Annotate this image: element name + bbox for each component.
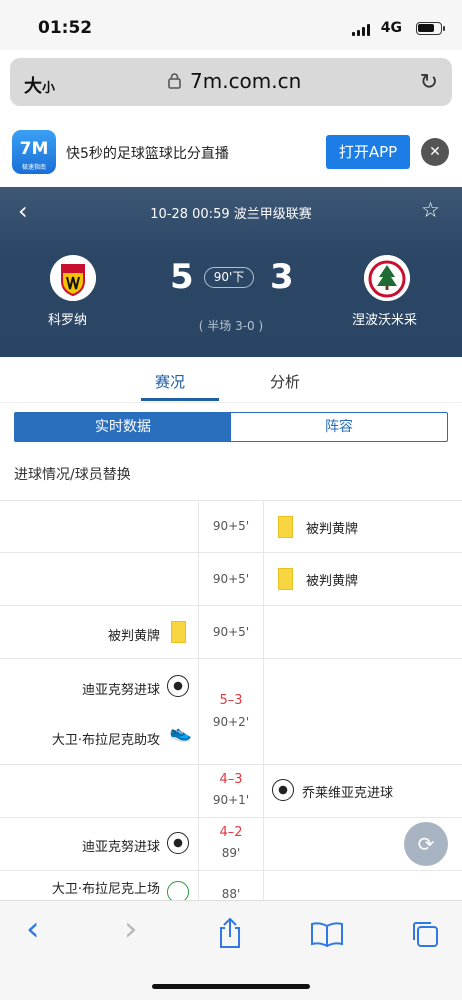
app-banner: 7M 极速指南 快5秒的足球篮球比分直播 打开APP ✕	[0, 117, 462, 187]
match-info: 10-28 00:59 波兰甲级联赛	[150, 207, 312, 222]
lock-icon	[168, 73, 181, 89]
event-time: 90+2'	[212, 715, 250, 729]
yellow-card-icon	[278, 516, 293, 538]
data-segment-control: 实时数据 阵容	[14, 412, 448, 442]
football-icon	[167, 832, 189, 854]
text-size-button[interactable]: 大小	[24, 72, 55, 98]
event-time: 90+5'	[212, 572, 250, 586]
football-icon	[167, 675, 189, 697]
event-text: 被判黄牌	[306, 574, 359, 589]
home-team-crest-icon[interactable]	[50, 255, 96, 301]
forward-nav-icon[interactable]: ›	[124, 909, 138, 949]
tab-live[interactable]: 赛况	[155, 371, 185, 392]
football-icon	[272, 779, 294, 801]
back-nav-icon[interactable]: ‹	[26, 909, 40, 949]
event-score: 4–3	[219, 772, 243, 787]
event-time: 89'	[221, 846, 241, 860]
event-time: 90+1'	[212, 793, 250, 807]
bookmarks-icon[interactable]	[310, 921, 344, 947]
signal-icon	[352, 24, 370, 36]
halftime-score: ( 半场 3-0 )	[198, 319, 264, 333]
match-header: ‹ 10-28 00:59 波兰甲级联赛 ☆ 科罗纳 5 90'下 3 涅波沃米…	[0, 187, 462, 357]
status-bar: 01:52 4G	[0, 0, 462, 50]
boot-icon: 👟	[169, 722, 192, 743]
reload-icon[interactable]: ↻	[420, 70, 438, 95]
match-minute: 90'下	[204, 267, 254, 288]
event-text: 迪亚克努进球	[81, 840, 160, 855]
tabs-icon[interactable]	[410, 919, 440, 949]
event-score: 5–3	[219, 693, 243, 708]
event-row: 4–3 90+1' 乔莱维亚克进球	[0, 764, 462, 817]
event-time: 88'	[221, 887, 241, 901]
event-text: 迪亚克努进球	[81, 683, 160, 698]
battery-icon	[416, 22, 445, 35]
section-title: 进球情况/球员替换	[14, 467, 131, 483]
away-score: 3	[270, 257, 294, 297]
yellow-card-icon	[171, 621, 186, 643]
event-text: 被判黄牌	[306, 522, 359, 537]
event-time: 90+5'	[212, 519, 250, 533]
segment-realtime[interactable]: 实时数据	[15, 413, 231, 441]
tab-underline	[141, 398, 219, 401]
app-logo: 7M 极速指南	[12, 130, 56, 174]
status-time: 01:52	[38, 18, 93, 38]
network-label: 4G	[380, 20, 402, 36]
event-score: 4–2	[219, 825, 243, 840]
home-score: 5	[170, 257, 194, 297]
refresh-icon[interactable]: ⟳	[404, 822, 448, 866]
open-app-button[interactable]: 打开APP	[326, 135, 410, 169]
away-team-crest-icon[interactable]	[364, 255, 410, 301]
share-icon[interactable]	[216, 917, 244, 949]
tab-analysis[interactable]: 分析	[270, 371, 300, 392]
segment-lineup[interactable]: 阵容	[231, 413, 447, 441]
event-row: 迪亚克努进球 4–2 89'	[0, 817, 462, 870]
event-text: 大卫·布拉尼克上场	[51, 882, 160, 897]
event-text: 乔莱维亚克进球	[302, 786, 394, 801]
url-text[interactable]: 7m.com.cn	[190, 69, 301, 93]
event-row: 迪亚克努进球 大卫·布拉尼克助攻 👟 5–3 90+2'	[0, 658, 462, 764]
address-bar[interactable]: 大小 7m.com.cn ↻	[10, 58, 452, 106]
close-icon[interactable]: ✕	[421, 138, 449, 166]
event-text: 被判黄牌	[107, 629, 160, 644]
banner-text: 快5秒的足球篮球比分直播	[66, 146, 229, 162]
home-indicator	[152, 984, 310, 989]
event-row: 90+5' 被判黄牌	[0, 552, 462, 605]
event-row: 90+5' 被判黄牌	[0, 500, 462, 552]
assist-text: 大卫·布拉尼克助攻	[51, 733, 160, 748]
main-tabs: 赛况 分析	[0, 357, 462, 403]
event-time: 90+5'	[212, 625, 250, 639]
star-icon[interactable]: ☆	[421, 198, 440, 222]
event-row: 被判黄牌 90+5'	[0, 605, 462, 658]
yellow-card-icon	[278, 568, 293, 590]
